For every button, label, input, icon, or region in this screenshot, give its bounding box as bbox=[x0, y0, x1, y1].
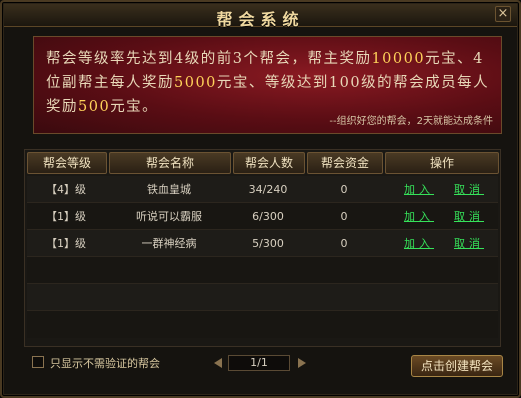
join-button[interactable]: 加入 bbox=[397, 176, 441, 203]
table-row: 【1】级 一群神经病 5/300 0 加入 取消 bbox=[27, 230, 498, 257]
row-name: 铁血皇城 bbox=[147, 183, 191, 196]
banner-line3-b: 元宝。 bbox=[110, 99, 159, 115]
table-row-empty bbox=[27, 257, 498, 284]
row-funds: 0 bbox=[340, 210, 348, 223]
guild-window: 帮会系统 × 帮会等级率先达到4级的前3个帮会，帮主奖励10000元宝、4位副帮… bbox=[0, 0, 521, 398]
header-name: 帮会名称 bbox=[109, 152, 231, 174]
row-level: 【1】级 bbox=[46, 237, 86, 250]
prev-page-icon[interactable] bbox=[214, 358, 222, 368]
row-name: 听说可以霸服 bbox=[136, 210, 202, 223]
banner-note: --组织好您的帮会，2天就能达成条件 bbox=[329, 116, 493, 127]
table-row: 【1】级 听说可以霸服 6/300 0 加入 取消 bbox=[27, 203, 498, 230]
row-level: 【1】级 bbox=[46, 210, 86, 223]
header-actions: 操作 bbox=[385, 152, 499, 174]
page-indicator: 1/1 bbox=[228, 355, 290, 371]
cancel-button[interactable]: 取消 bbox=[447, 176, 491, 203]
banner-line2-highlight: 5000 bbox=[174, 75, 217, 91]
banner-line1-a: 帮会等级率先达到4级的前3个帮会，帮主奖励 bbox=[46, 51, 372, 67]
row-members: 6/300 bbox=[252, 210, 284, 223]
row-funds: 0 bbox=[340, 183, 348, 196]
header-members: 帮会人数 bbox=[233, 152, 305, 174]
row-name: 一群神经病 bbox=[141, 237, 197, 250]
table-row-empty bbox=[27, 311, 498, 338]
row-level: 【4】级 bbox=[46, 183, 86, 196]
next-page-icon[interactable] bbox=[298, 358, 306, 368]
window-title: 帮会系统 bbox=[216, 10, 305, 29]
cancel-button[interactable]: 取消 bbox=[447, 230, 491, 257]
join-button[interactable]: 加入 bbox=[397, 230, 441, 257]
filter-checkbox[interactable] bbox=[32, 356, 44, 368]
guild-table: 帮会等级 帮会名称 帮会人数 帮会资金 操作 【4】级 铁血皇城 34/240 … bbox=[24, 149, 501, 347]
table-row-empty bbox=[27, 284, 498, 311]
table-row: 【4】级 铁血皇城 34/240 0 加入 取消 bbox=[27, 176, 498, 203]
row-members: 5/300 bbox=[252, 237, 284, 250]
create-guild-button[interactable]: 点击创建帮会 bbox=[411, 355, 503, 377]
close-button[interactable]: × bbox=[495, 6, 511, 22]
row-members: 34/240 bbox=[248, 183, 288, 196]
row-funds: 0 bbox=[340, 237, 348, 250]
header-level: 帮会等级 bbox=[27, 152, 107, 174]
title-bar: 帮会系统 × bbox=[4, 4, 517, 29]
cancel-button[interactable]: 取消 bbox=[447, 203, 491, 230]
filter-label: 只显示不需验证的帮会 bbox=[50, 357, 160, 370]
banner-text: 帮会等级率先达到4级的前3个帮会，帮主奖励10000元宝、4位副帮主每人奖励50… bbox=[46, 47, 491, 119]
banner-line1-highlight: 10000 bbox=[371, 51, 426, 67]
banner-line3-highlight: 500 bbox=[78, 99, 111, 115]
join-button[interactable]: 加入 bbox=[397, 203, 441, 230]
header-funds: 帮会资金 bbox=[307, 152, 383, 174]
reward-banner: 帮会等级率先达到4级的前3个帮会，帮主奖励10000元宝、4位副帮主每人奖励50… bbox=[33, 36, 502, 134]
